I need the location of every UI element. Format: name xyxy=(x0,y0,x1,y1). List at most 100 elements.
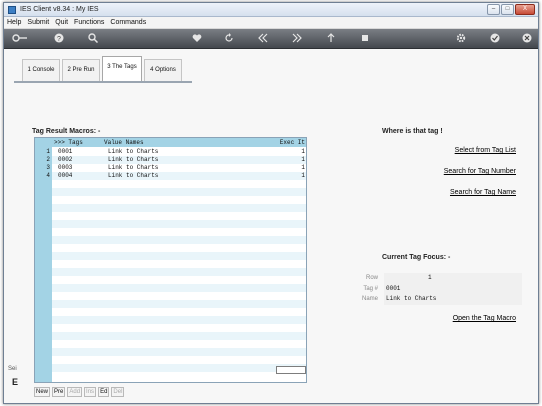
row-body xyxy=(52,268,306,276)
macros-grid[interactable]: >>> Tags Value Names Exec It 0001 Link to… xyxy=(34,137,307,383)
empty-table-row[interactable] xyxy=(35,252,306,260)
cell-tag[interactable]: 0003 xyxy=(58,164,72,172)
empty-table-row[interactable] xyxy=(35,316,306,324)
table-row[interactable]: 0003 Link to Charts 1 3 xyxy=(35,164,306,172)
cell-exec[interactable]: 1 xyxy=(301,148,305,156)
empty-table-row[interactable] xyxy=(35,284,306,292)
row-value: 1 xyxy=(428,274,432,281)
column-header-tags[interactable]: >>> Tags xyxy=(54,139,83,146)
tab-options[interactable]: 4 Options xyxy=(144,59,182,81)
empty-table-row[interactable] xyxy=(35,228,306,236)
forward-icon[interactable] xyxy=(290,33,304,45)
empty-table-row[interactable] xyxy=(35,292,306,300)
empty-table-row[interactable] xyxy=(35,204,306,212)
refresh-icon[interactable] xyxy=(222,33,236,45)
empty-table-row[interactable] xyxy=(35,308,306,316)
gear-icon[interactable] xyxy=(454,33,468,45)
column-header-value-names[interactable]: Value Names xyxy=(104,139,144,146)
empty-table-row[interactable] xyxy=(35,332,306,340)
window-title: IES Client v8.34 : My IES xyxy=(20,6,99,13)
table-row[interactable]: 0004 Link to Charts 1 4 xyxy=(35,172,306,180)
row-body: 0002 Link to Charts 1 xyxy=(52,156,306,164)
row-body xyxy=(52,300,306,308)
empty-table-row[interactable] xyxy=(35,340,306,348)
empty-table-row[interactable] xyxy=(35,276,306,284)
del-button[interactable]: Del xyxy=(111,387,125,397)
cell-value-name[interactable]: Link to Charts xyxy=(108,156,158,164)
tab-the-tags[interactable]: 3 The Tags xyxy=(102,56,142,81)
column-header-exec[interactable]: Exec It xyxy=(280,139,305,146)
close-window-button[interactable]: X xyxy=(515,4,535,15)
add-button[interactable]: Add xyxy=(67,387,83,397)
cell-value-name[interactable]: Link to Charts xyxy=(108,164,158,172)
row-number: 1 xyxy=(46,148,50,155)
maximize-button[interactable]: □ xyxy=(501,4,514,15)
pre-button[interactable]: Pre xyxy=(52,387,66,397)
close-icon[interactable] xyxy=(520,33,534,45)
cell-exec[interactable]: 1 xyxy=(301,164,305,172)
rewind-icon[interactable] xyxy=(256,33,270,45)
empty-table-row[interactable] xyxy=(35,236,306,244)
cell-value-name[interactable]: Link to Charts xyxy=(108,172,158,180)
cell-value-name[interactable]: Link to Charts xyxy=(108,148,158,156)
search-tag-number-link[interactable]: Search for Tag Number xyxy=(444,168,516,175)
empty-table-row[interactable] xyxy=(35,212,306,220)
search-tag-name-link[interactable]: Search for Tag Name xyxy=(450,189,516,196)
row-body xyxy=(52,204,306,212)
up-icon[interactable] xyxy=(324,33,338,45)
row-body xyxy=(52,308,306,316)
empty-table-row[interactable] xyxy=(35,364,306,372)
empty-table-row[interactable] xyxy=(35,268,306,276)
empty-table-row[interactable] xyxy=(35,220,306,228)
heart-icon[interactable] xyxy=(190,33,204,45)
row-body xyxy=(52,292,306,300)
row-body: 0001 Link to Charts 1 xyxy=(52,148,306,156)
empty-table-row[interactable] xyxy=(35,260,306,268)
macros-title: Tag Result Macros: - xyxy=(32,128,101,135)
empty-table-row[interactable] xyxy=(35,356,306,364)
row-body: 0003 Link to Charts 1 xyxy=(52,164,306,172)
stop-icon[interactable] xyxy=(358,33,372,45)
ins-button[interactable]: Ins xyxy=(84,387,97,397)
row-body xyxy=(52,332,306,340)
empty-table-row[interactable] xyxy=(35,372,306,380)
row-body xyxy=(52,372,306,380)
cell-exec[interactable]: 1 xyxy=(301,172,305,180)
search-icon[interactable] xyxy=(86,33,100,45)
svg-text:?: ? xyxy=(57,36,61,43)
cell-exec[interactable]: 1 xyxy=(301,156,305,164)
window-controls: – □ X xyxy=(486,4,535,15)
row-body xyxy=(52,188,306,196)
menu-submit[interactable]: Submit xyxy=(24,17,52,28)
menu-quit[interactable]: Quit xyxy=(52,17,71,28)
tab-pre-run[interactable]: 2 Pre Run xyxy=(62,59,100,81)
row-body xyxy=(52,284,306,292)
tab-console[interactable]: 1 Console xyxy=(22,59,60,81)
empty-table-row[interactable] xyxy=(35,324,306,332)
cell-tag[interactable]: 0002 xyxy=(58,156,72,164)
empty-table-row[interactable] xyxy=(35,348,306,356)
menu-functions[interactable]: Functions xyxy=(71,17,107,28)
table-row[interactable]: 0001 Link to Charts 1 1 xyxy=(35,148,306,156)
ed-button[interactable]: Ed xyxy=(98,387,110,397)
key-icon[interactable] xyxy=(12,33,27,45)
cell-tag[interactable]: 0001 xyxy=(58,148,72,156)
empty-table-row[interactable] xyxy=(35,196,306,204)
menu-help[interactable]: Help xyxy=(4,17,24,28)
side-stub-button[interactable]: E xyxy=(12,377,18,387)
help-icon[interactable]: ? xyxy=(52,33,66,45)
empty-table-row[interactable] xyxy=(35,188,306,196)
grid-button-bar: New Pre Add Ins Ed Del xyxy=(34,387,126,397)
menu-commands[interactable]: Commands xyxy=(107,17,149,28)
open-tag-macro-link[interactable]: Open the Tag Macro xyxy=(453,315,516,322)
cell-tag[interactable]: 0004 xyxy=(58,172,72,180)
empty-table-row[interactable] xyxy=(35,244,306,252)
empty-table-row[interactable] xyxy=(35,300,306,308)
select-from-tag-list-link[interactable]: Select from Tag List xyxy=(455,147,516,154)
check-icon[interactable] xyxy=(488,33,502,45)
table-row[interactable]: 0002 Link to Charts 1 2 xyxy=(35,156,306,164)
grid-edit-cell[interactable] xyxy=(276,366,306,374)
minimize-button[interactable]: – xyxy=(487,4,500,15)
new-button[interactable]: New xyxy=(34,387,51,397)
empty-table-row[interactable] xyxy=(35,180,306,188)
